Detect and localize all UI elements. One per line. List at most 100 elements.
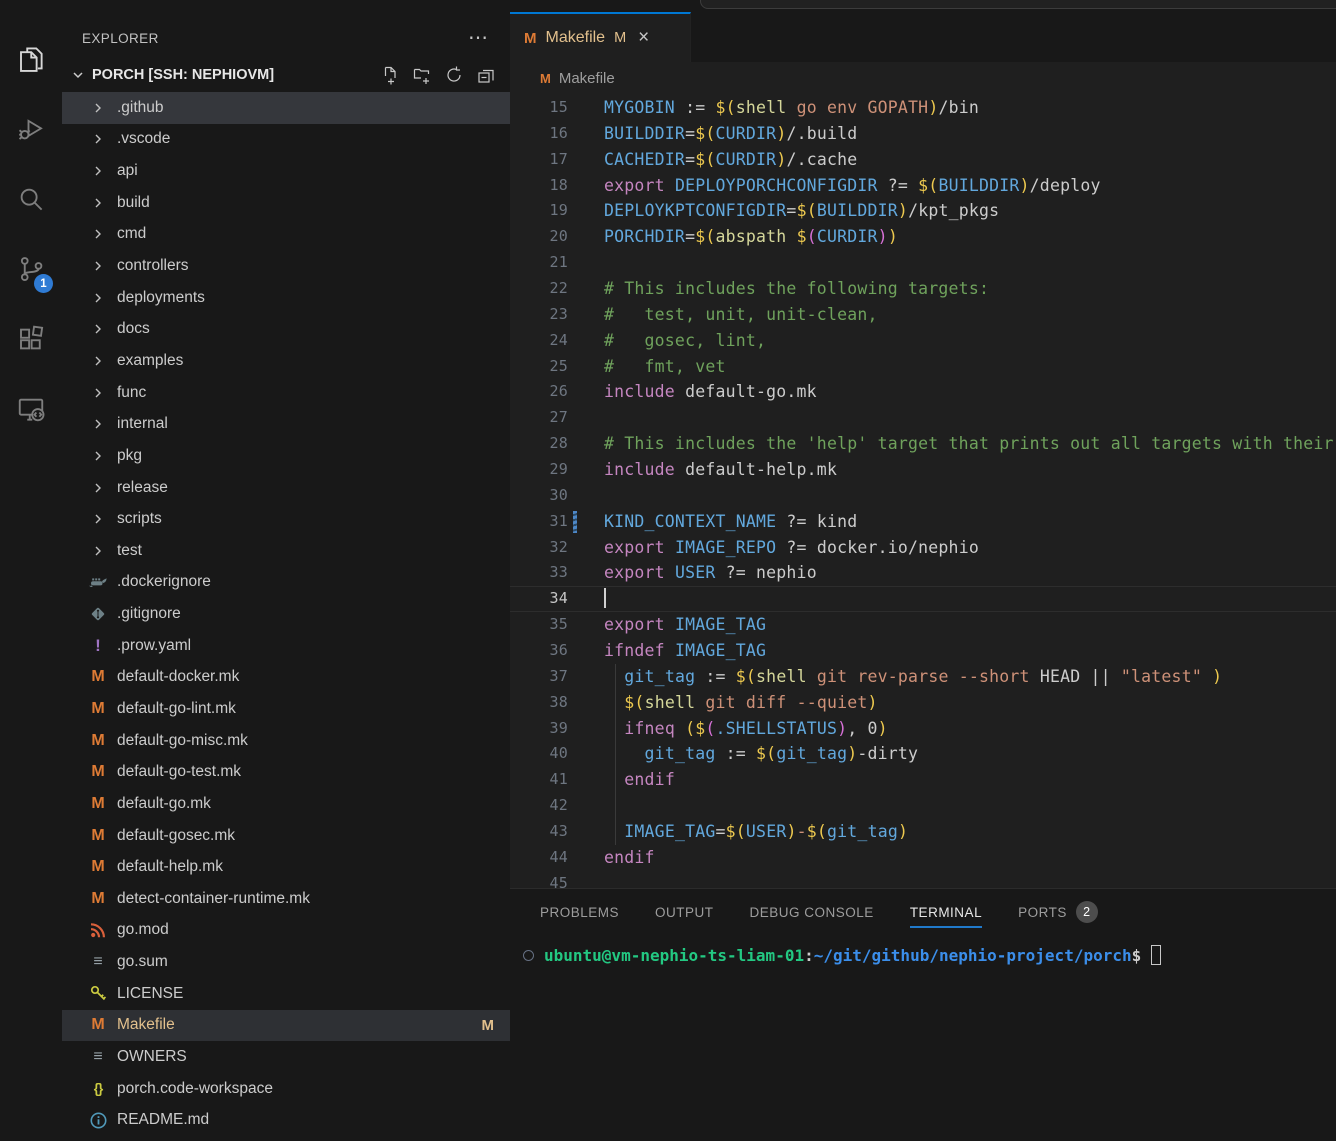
tree-folder-controllers[interactable]: controllers	[62, 250, 510, 282]
tab-bar: M Makefile M ×	[510, 12, 1336, 62]
tree-folder-.github[interactable]: .github	[62, 92, 510, 124]
activity-remote-explorer[interactable]	[0, 374, 62, 444]
tree-file-detect-container-runtime.mk[interactable]: Mdetect-container-runtime.mk	[62, 883, 510, 915]
code-line-18[interactable]: 18export DEPLOYPORCHCONFIGDIR ?= $(BUILD…	[510, 173, 1336, 199]
command-decoration-icon[interactable]	[523, 950, 534, 961]
new-file-icon[interactable]	[380, 65, 400, 85]
refresh-icon[interactable]	[444, 65, 464, 85]
tab-makefile[interactable]: M Makefile M ×	[510, 12, 691, 62]
new-folder-icon[interactable]	[412, 65, 432, 85]
code-line-43[interactable]: 43 IMAGE_TAG=$(USER)-$(git_tag)	[510, 819, 1336, 845]
code-line-36[interactable]: 36ifndef IMAGE_TAG	[510, 638, 1336, 664]
code-line-32[interactable]: 32export IMAGE_REPO ?= docker.io/nephio	[510, 535, 1336, 561]
code-area[interactable]: 15MYGOBIN := $(shell go env GOPATH)/bin1…	[510, 95, 1336, 888]
terminal[interactable]: ubuntu@vm-nephio-ts-liam-01 : ~/git/gith…	[510, 935, 1336, 1141]
tree-folder-pkg[interactable]: pkg	[62, 440, 510, 472]
tree-folder-func[interactable]: func	[62, 377, 510, 409]
tree-file-default-help.mk[interactable]: Mdefault-help.mk	[62, 851, 510, 883]
tree-item-label: go.mod	[117, 921, 169, 939]
tree-folder-docs[interactable]: docs	[62, 313, 510, 345]
tree-file-.dockerignore[interactable]: .dockerignore	[62, 567, 510, 599]
tree-file-go.sum[interactable]: ≡go.sum	[62, 946, 510, 978]
code-text: include default-go.mk	[604, 379, 1336, 405]
code-line-37[interactable]: 37 git_tag := $(shell git rev-parse --sh…	[510, 664, 1336, 690]
code-line-15[interactable]: 15MYGOBIN := $(shell go env GOPATH)/bin	[510, 95, 1336, 121]
code-line-19[interactable]: 19DEPLOYKPTCONFIGDIR=$(BUILDDIR)/kpt_pkg…	[510, 198, 1336, 224]
tree-file-.prow.yaml[interactable]: !.prow.yaml	[62, 630, 510, 662]
code-line-29[interactable]: 29include default-help.mk	[510, 457, 1336, 483]
code-line-24[interactable]: 24# gosec, lint,	[510, 328, 1336, 354]
activity-extensions[interactable]	[0, 304, 62, 374]
tree-file-default-go-test.mk[interactable]: Mdefault-go-test.mk	[62, 756, 510, 788]
makefile-icon: M	[91, 732, 104, 750]
panel-tab-output[interactable]: OUTPUT	[655, 889, 714, 935]
tree-file-LICENSE[interactable]: LICENSE	[62, 978, 510, 1010]
tree-folder-test[interactable]: test	[62, 535, 510, 567]
tree-file-default-docker.mk[interactable]: Mdefault-docker.mk	[62, 662, 510, 694]
code-text: export DEPLOYPORCHCONFIGDIR ?= $(BUILDDI…	[604, 173, 1336, 199]
tree-file-default-go-lint.mk[interactable]: Mdefault-go-lint.mk	[62, 693, 510, 725]
tree-folder-scripts[interactable]: scripts	[62, 503, 510, 535]
code-line-40[interactable]: 40 git_tag := $(git_tag)-dirty	[510, 741, 1336, 767]
close-icon[interactable]: ×	[638, 27, 649, 49]
tree-folder-.vscode[interactable]: .vscode	[62, 124, 510, 156]
code-line-34[interactable]: 34	[510, 586, 1336, 612]
tree-folder-release[interactable]: release	[62, 472, 510, 504]
tree-folder-deployments[interactable]: deployments	[62, 282, 510, 314]
tree-file-porch.code-workspace[interactable]: {}porch.code-workspace	[62, 1073, 510, 1105]
code-line-26[interactable]: 26include default-go.mk	[510, 379, 1336, 405]
breadcrumb[interactable]: M Makefile	[510, 62, 1336, 95]
code-line-38[interactable]: 38 $(shell git diff --quiet)	[510, 690, 1336, 716]
breadcrumb-item[interactable]: Makefile	[559, 70, 615, 87]
code-line-33[interactable]: 33export USER ?= nephio	[510, 560, 1336, 586]
tree-file-README.md[interactable]: README.md	[62, 1105, 510, 1137]
code-line-42[interactable]: 42	[510, 793, 1336, 819]
explorer-sidebar: EXPLORER ⋯ PORCH [SSH: NEPHIOVM]	[62, 12, 510, 1141]
code-text: CACHEDIR=$(CURDIR)/.cache	[604, 147, 1336, 173]
code-line-20[interactable]: 20PORCHDIR=$(abspath $(CURDIR))	[510, 224, 1336, 250]
tree-folder-internal[interactable]: internal	[62, 408, 510, 440]
tree-file-go.mod[interactable]: go.mod	[62, 915, 510, 947]
code-line-23[interactable]: 23# test, unit, unit-clean,	[510, 302, 1336, 328]
tree-folder-cmd[interactable]: cmd	[62, 219, 510, 251]
tree-file-default-gosec.mk[interactable]: Mdefault-gosec.mk	[62, 820, 510, 852]
tree-folder-examples[interactable]: examples	[62, 345, 510, 377]
code-line-39[interactable]: 39 ifneq ($(.SHELLSTATUS), 0)	[510, 716, 1336, 742]
code-line-28[interactable]: 28# This includes the 'help' target that…	[510, 431, 1336, 457]
tree-file-default-go-misc.mk[interactable]: Mdefault-go-misc.mk	[62, 725, 510, 757]
panel-tab-ports[interactable]: PORTS2	[1018, 889, 1098, 935]
tree-file-.gitignore[interactable]: .gitignore	[62, 598, 510, 630]
tree-file-Makefile[interactable]: MMakefileM	[62, 1010, 510, 1042]
command-center[interactable]	[700, 0, 1336, 9]
collapse-all-icon[interactable]	[476, 65, 496, 85]
code-line-31[interactable]: 31KIND_CONTEXT_NAME ?= kind	[510, 509, 1336, 535]
tree-folder-build[interactable]: build	[62, 187, 510, 219]
tree-file-OWNERS[interactable]: ≡OWNERS	[62, 1041, 510, 1073]
code-line-17[interactable]: 17CACHEDIR=$(CURDIR)/.cache	[510, 147, 1336, 173]
chevron-right-icon	[90, 511, 106, 527]
more-actions-icon[interactable]: ⋯	[468, 33, 488, 43]
code-line-27[interactable]: 27	[510, 405, 1336, 431]
code-line-22[interactable]: 22# This includes the following targets:	[510, 276, 1336, 302]
line-number: 40	[510, 741, 568, 767]
activity-run-debug[interactable]	[0, 94, 62, 164]
code-line-30[interactable]: 30	[510, 483, 1336, 509]
panel-tab-problems[interactable]: PROBLEMS	[540, 889, 619, 935]
panel-tab-terminal[interactable]: TERMINAL	[910, 889, 982, 935]
activity-explorer[interactable]	[0, 24, 62, 94]
tree-folder-api[interactable]: api	[62, 155, 510, 187]
code-line-35[interactable]: 35export IMAGE_TAG	[510, 612, 1336, 638]
terminal-cursor	[1151, 945, 1161, 965]
workspace-section-header[interactable]: PORCH [SSH: NEPHIOVM]	[62, 58, 510, 92]
code-line-16[interactable]: 16BUILDDIR=$(CURDIR)/.build	[510, 121, 1336, 147]
code-line-44[interactable]: 44endif	[510, 845, 1336, 871]
panel-tab-debug-console[interactable]: DEBUG CONSOLE	[750, 889, 874, 935]
activity-source-control[interactable]: 1	[0, 234, 62, 304]
tree-file-default-go.mk[interactable]: Mdefault-go.mk	[62, 788, 510, 820]
code-line-45[interactable]: 45	[510, 871, 1336, 888]
code-line-25[interactable]: 25# fmt, vet	[510, 354, 1336, 380]
line-number: 27	[510, 405, 568, 431]
activity-search[interactable]	[0, 164, 62, 234]
code-line-21[interactable]: 21	[510, 250, 1336, 276]
code-line-41[interactable]: 41 endif	[510, 767, 1336, 793]
